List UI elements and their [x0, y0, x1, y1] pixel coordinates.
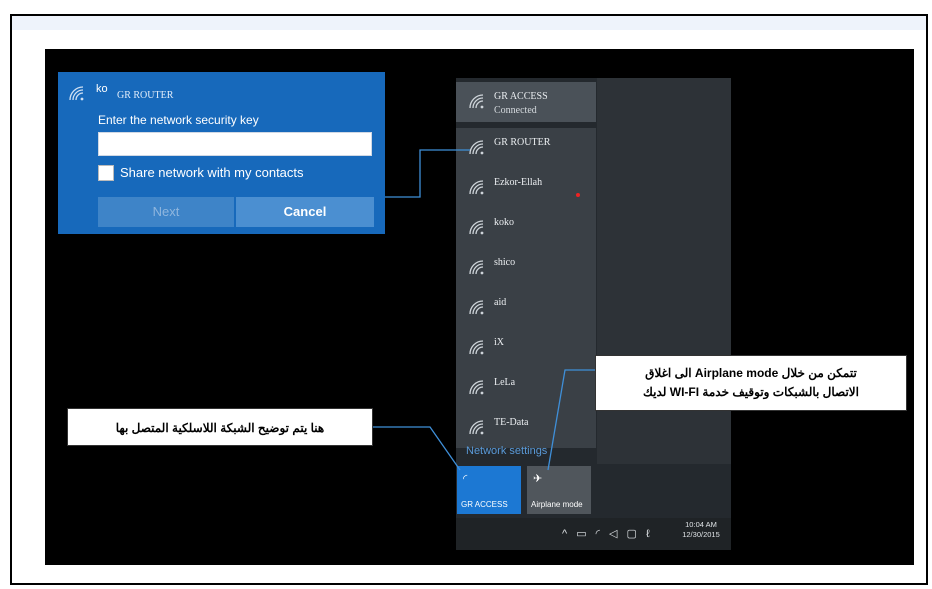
taskbar-clock[interactable]: 10:04 AM 12/30/2015 — [676, 520, 726, 540]
network-item-ix[interactable]: iX — [456, 328, 596, 368]
wifi-icon — [469, 94, 484, 109]
cancel-button[interactable]: Cancel — [236, 197, 374, 227]
airplane-mode-tile[interactable]: ✈ Airplane mode — [527, 466, 591, 514]
network-item-te-data[interactable]: TE-Data — [456, 408, 596, 448]
document-top-strip — [12, 16, 926, 30]
tile-label: GR ACCESS — [461, 500, 508, 509]
airplane-mode-callout: تتمكن من خلال Airplane mode الى اغلاق ال… — [595, 355, 907, 411]
network-name: GR ROUTER — [494, 137, 551, 148]
callout-line-1: تتمكن من خلال Airplane mode الى اغلاق — [645, 366, 857, 380]
wifi-quick-action-tile[interactable]: ◜ GR ACCESS — [457, 466, 521, 514]
airplane-icon: ✈ — [533, 473, 543, 485]
callout-line-2: الاتصال بالشبكات وتوقيف خدمة WI-FI لديك — [643, 385, 859, 399]
network-name: shico — [494, 257, 516, 268]
security-key-dialog: ko GR ROUTER Enter the network security … — [58, 72, 385, 234]
tile-label: Airplane mode — [531, 500, 583, 509]
network-item-shico[interactable]: shico — [456, 248, 596, 288]
security-key-prompt: Enter the network security key — [98, 113, 259, 127]
clock-time: 10:04 AM — [685, 520, 717, 529]
network-name: koko — [494, 217, 514, 228]
network-name: aid — [494, 297, 507, 308]
network-item-aid[interactable]: aid — [456, 288, 596, 328]
dialog-prefix: ko — [96, 83, 108, 95]
connected-network-callout: هنا يتم توضيح الشبكة اللاسلكية المتصل به… — [67, 408, 373, 446]
wifi-icon — [469, 220, 484, 235]
wifi-icon — [469, 140, 484, 155]
wifi-icon: ◜ — [463, 473, 468, 485]
dialog-network-name: GR ROUTER — [117, 90, 174, 101]
security-key-input[interactable] — [98, 132, 372, 156]
network-item-gr-access[interactable]: GR ACCESS Connected — [456, 82, 596, 122]
red-dot-marker — [576, 193, 580, 197]
wifi-icon — [469, 260, 484, 275]
share-network-label: Share network with my contacts — [120, 165, 304, 180]
network-status: Connected — [494, 105, 537, 116]
wifi-icon — [469, 380, 484, 395]
network-name: iX — [494, 337, 504, 348]
network-item-ezkor-ellah[interactable]: Ezkor-Ellah — [456, 168, 596, 208]
network-name: LeLa — [494, 377, 516, 388]
next-button[interactable]: Next — [98, 197, 234, 227]
wifi-icon — [469, 420, 484, 435]
network-name: TE-Data — [494, 417, 529, 428]
network-item-gr-router[interactable]: GR ROUTER — [456, 128, 596, 168]
share-network-checkbox[interactable] — [98, 165, 114, 181]
wifi-icon — [69, 86, 84, 101]
wifi-icon — [469, 180, 484, 195]
wifi-icon — [469, 300, 484, 315]
clock-date: 12/30/2015 — [682, 530, 720, 539]
network-item-koko[interactable]: koko — [456, 208, 596, 248]
network-name: GR ACCESS — [494, 91, 548, 102]
network-settings-link[interactable]: Network settings — [466, 445, 547, 457]
system-tray-icons[interactable]: ^ ▭ ◜ ◁ ▢ ℓ — [562, 527, 653, 540]
wifi-icon — [469, 340, 484, 355]
network-item-lela[interactable]: LeLa — [456, 368, 596, 408]
network-name: Ezkor-Ellah — [494, 177, 543, 188]
